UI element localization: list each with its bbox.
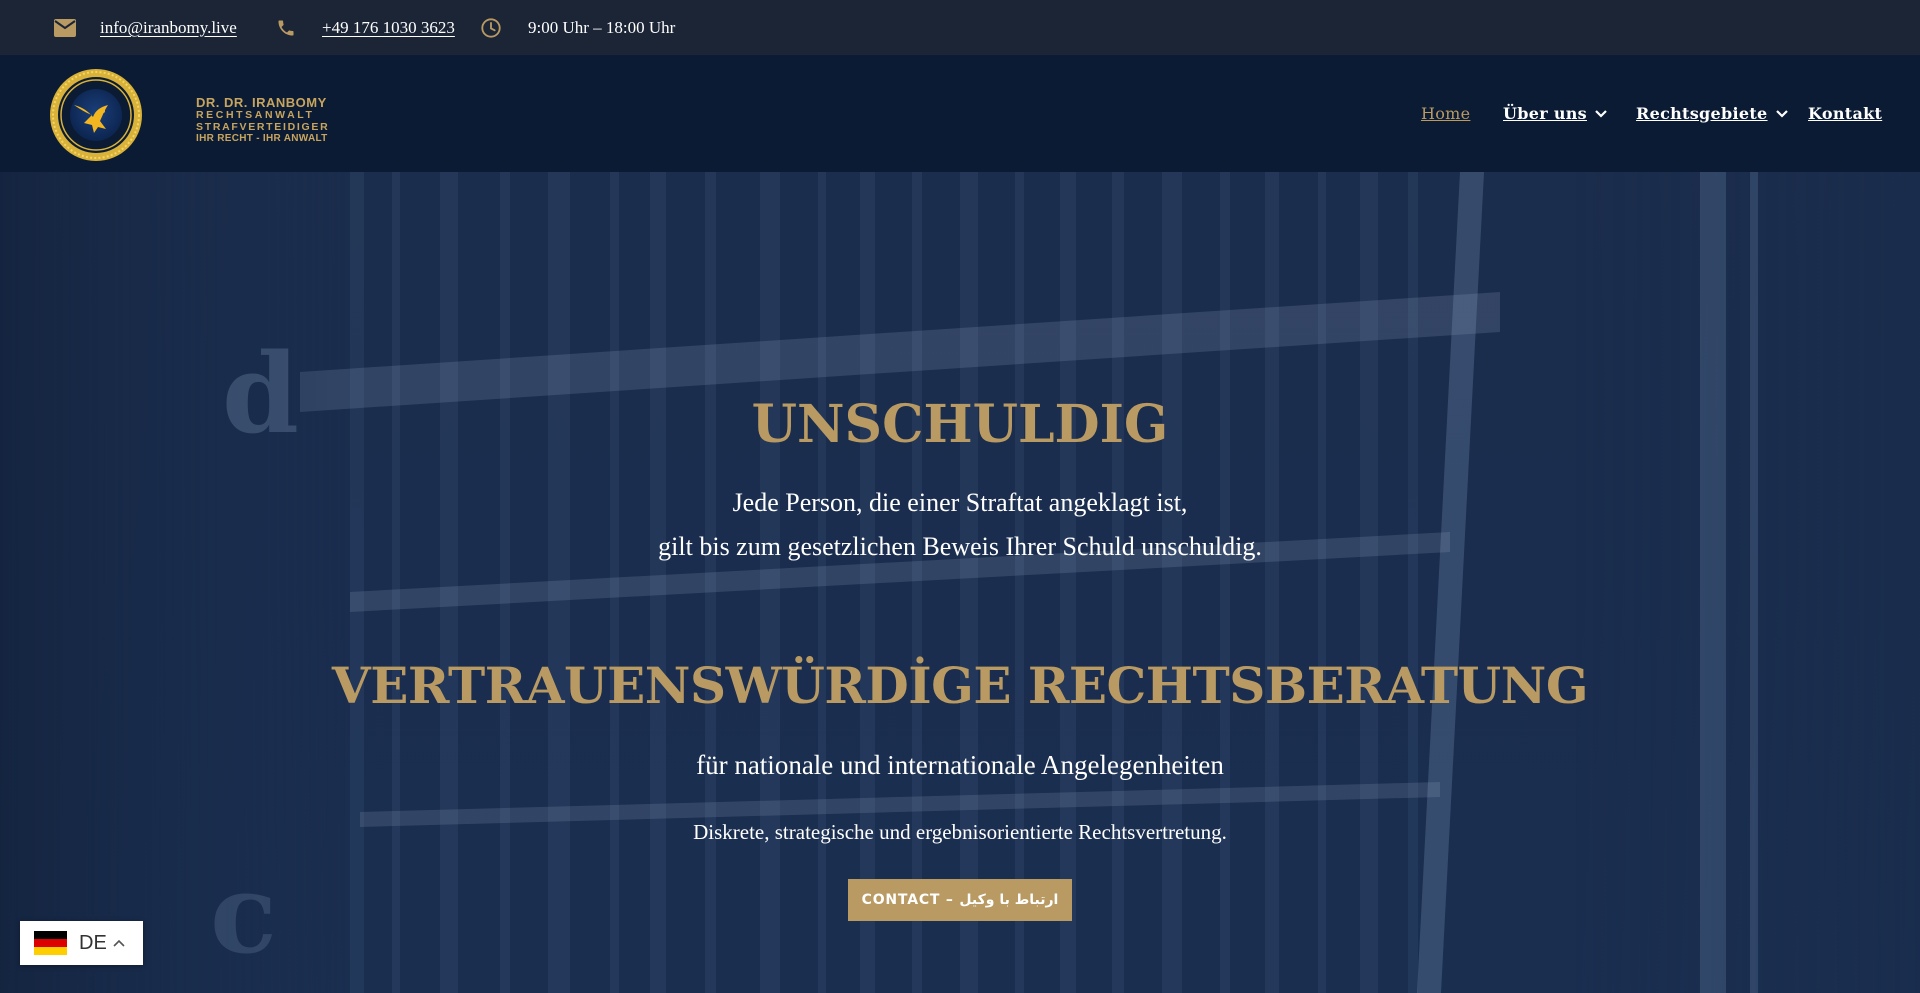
hero-text-line-1: Jede Person, die einer Straftat angeklag… [732,488,1188,517]
phone-link[interactable]: +49 176 1030 3623 [322,18,455,38]
site-logo[interactable]: DR. DR. IRANBOMY RECHTSANWALT STRAFVERTE… [48,67,328,161]
email-contact: info@iranbomy.live [54,0,237,55]
bookshelf-background-image: d c [0,172,1920,993]
eagle-seal-icon [50,69,142,161]
nav-ueber-uns[interactable]: Über uns [1503,55,1607,172]
hours-text: 9:00 Uhr – 18:00 Uhr [528,17,676,37]
nav-kontakt-label: Kontakt [1808,104,1883,123]
hero-title-rechtsberatung: VERTRAUENSWÜRDİGE RECHTSBERATUNG [331,656,1589,715]
chevron-down-icon [1595,109,1607,118]
brand-slogan: IHR RECHT - IHR ANWALT [196,133,328,144]
nav-home-label: Home [1421,104,1471,123]
chevron-up-icon [113,939,125,947]
hero-section: d c UNSCHULDIG Jede Person, die einer St… [0,172,1920,993]
german-flag-icon [34,931,67,955]
clock-icon [480,17,502,39]
nav-ueber-uns-label: Über uns [1503,104,1587,123]
nav-rechtsgebiete[interactable]: Rechtsgebiete [1636,55,1788,172]
hero-title-unschuldig: UNSCHULDIG [751,394,1169,455]
mail-icon [54,18,76,37]
hero-text-line-2: gilt bis zum gesetzlichen Beweis Ihrer S… [658,532,1262,561]
nav-rechtsgebiete-label: Rechtsgebiete [1636,104,1768,123]
opening-hours: 9:00 Uhr – 18:00 Uhr [480,0,675,55]
phone-contact: +49 176 1030 3623 [276,0,455,55]
chevron-down-icon [1775,109,1788,118]
hero-tagline: Diskrete, strategische und ergebnisorien… [693,820,1227,844]
svg-text:c: c [210,849,277,978]
email-link[interactable]: info@iranbomy.live [100,18,237,38]
main-navigation: DR. DR. IRANBOMY RECHTSANWALT STRAFVERTE… [0,55,1920,172]
nav-kontakt[interactable]: Kontakt [1808,55,1882,172]
language-code: DE [79,931,107,954]
language-switcher[interactable]: DE [20,921,143,965]
contact-button[interactable]: CONTACT – ارتباط با وکیل [848,879,1072,921]
brand-subtitle-2: STRAFVERTEIDIGER [196,121,330,133]
top-info-bar: info@iranbomy.live +49 176 1030 3623 9:0… [0,0,1920,55]
phone-icon [276,18,296,38]
hero-subtitle: für nationale und internationale Angeleg… [696,750,1224,780]
brand-subtitle-1: RECHTSANWALT [196,109,315,121]
brand-wordmark: DR. DR. IRANBOMY RECHTSANWALT STRAFVERTE… [196,95,330,145]
brand-name: DR. DR. IRANBOMY [196,95,327,110]
nav-home[interactable]: Home [1421,55,1470,172]
